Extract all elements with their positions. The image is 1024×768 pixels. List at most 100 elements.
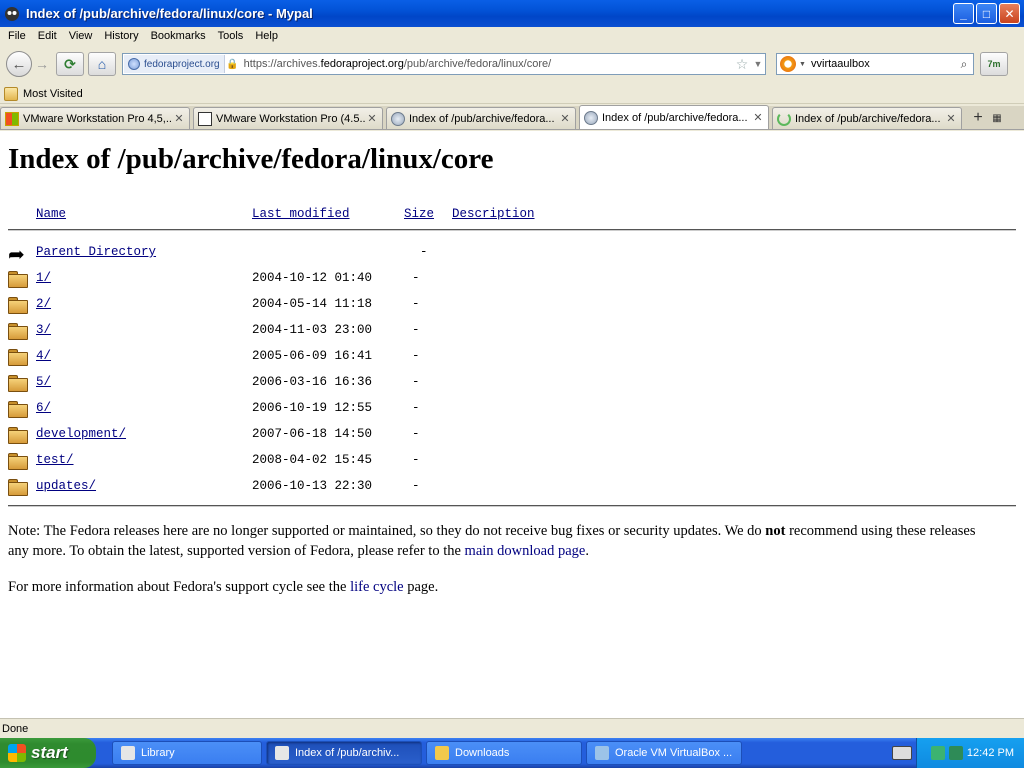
entry-link[interactable]: test/ xyxy=(36,453,74,467)
table-row: 4/ 2005-06-09 16:41 - xyxy=(0,349,1000,375)
menu-help[interactable]: Help xyxy=(249,30,284,42)
sort-by-description-link[interactable]: Description xyxy=(452,207,535,221)
tab-list-icon[interactable]: ▦ xyxy=(989,107,1005,129)
url-dropdown-icon[interactable]: ▼ xyxy=(751,59,765,69)
menu-edit[interactable]: Edit xyxy=(32,30,63,42)
url-text[interactable]: https://archives.fedoraproject.org/pub/a… xyxy=(240,58,733,70)
menu-tools[interactable]: Tools xyxy=(212,30,250,42)
note-emphasis: not xyxy=(765,523,786,539)
taskbar-item-browser[interactable]: Index of /pub/archiv... xyxy=(266,741,422,765)
entry-link[interactable]: updates/ xyxy=(36,479,96,493)
home-button[interactable]: ⌂ xyxy=(88,52,116,76)
search-bar[interactable]: ▼ vvirtaaulbox ⌕ xyxy=(776,53,974,75)
close-tab-icon[interactable]: ✕ xyxy=(945,112,957,125)
menu-bookmarks[interactable]: Bookmarks xyxy=(145,30,212,42)
forward-button[interactable]: → xyxy=(32,51,52,77)
url-bar[interactable]: fedoraproject.org 🔒 https://archives.fed… xyxy=(122,53,766,75)
folder-icon xyxy=(435,746,449,760)
new-tab-button[interactable]: + xyxy=(967,107,989,129)
info-text: page. xyxy=(403,579,439,595)
close-tab-icon[interactable]: ✕ xyxy=(366,112,378,125)
close-tab-icon[interactable]: ✕ xyxy=(559,112,571,125)
back-button[interactable]: ← xyxy=(6,51,32,77)
info-text: For more information about Fedora's supp… xyxy=(8,579,351,595)
table-row: 2/ 2004-05-14 11:18 - xyxy=(0,297,1000,323)
size-cell: - xyxy=(412,297,420,311)
start-label: start xyxy=(31,743,68,762)
entry-link[interactable]: 1/ xyxy=(36,271,51,285)
lock-icon: 🔒 xyxy=(226,58,239,70)
tab-index-active[interactable]: Index of /pub/archive/fedora... ✕ xyxy=(579,105,769,129)
menu-file[interactable]: File xyxy=(2,30,32,42)
main-download-page-link[interactable]: main download page xyxy=(465,543,586,559)
table-row: 6/ 2006-10-19 12:55 - xyxy=(0,401,1000,427)
menu-history[interactable]: History xyxy=(98,30,144,42)
life-cycle-link[interactable]: life cycle xyxy=(350,579,404,595)
taskbar-item-library[interactable]: Library xyxy=(112,741,262,765)
app-icon xyxy=(5,6,19,21)
close-tab-icon[interactable]: ✕ xyxy=(173,112,185,125)
minimize-button[interactable]: _ xyxy=(953,3,974,24)
entry-link[interactable]: 2/ xyxy=(36,297,51,311)
entry-link[interactable]: 5/ xyxy=(36,375,51,389)
tab-vmware-1[interactable]: VMware Workstation Pro 4,5,... ✕ xyxy=(0,107,190,129)
modified-cell: 2004-05-14 11:18 xyxy=(252,297,373,311)
loading-icon xyxy=(777,111,791,126)
tab-index-1[interactable]: Index of /pub/archive/fedora... ✕ xyxy=(386,107,576,129)
sort-by-size-link[interactable]: Size xyxy=(404,207,434,221)
tab-index-loading[interactable]: Index of /pub/archive/fedora... ✕ xyxy=(772,107,962,129)
task-label: Downloads xyxy=(455,747,510,759)
virtualbox-icon xyxy=(595,746,609,760)
close-button[interactable]: ✕ xyxy=(999,3,1020,24)
sort-by-modified-link[interactable]: Last modified xyxy=(252,207,350,221)
parent-directory-link[interactable]: Parent Directory xyxy=(36,245,156,259)
sort-by-name-link[interactable]: Name xyxy=(36,207,66,221)
entry-link[interactable]: 4/ xyxy=(36,349,51,363)
site-identity-label: fedoraproject.org xyxy=(144,58,220,70)
table-row: 1/ 2004-10-12 01:40 - xyxy=(0,271,1000,297)
taskbar-item-virtualbox[interactable]: Oracle VM VirtualBox ... xyxy=(586,741,742,765)
support-cycle-info: For more information about Fedora's supp… xyxy=(8,577,998,597)
forward-arrow-icon: → xyxy=(35,56,49,72)
search-icon[interactable]: ⌕ xyxy=(955,57,973,72)
entry-link[interactable]: development/ xyxy=(36,427,126,441)
size-cell: - xyxy=(412,479,420,493)
addon-button[interactable]: 7m xyxy=(980,52,1008,76)
url-domain: fedoraproject.org xyxy=(320,58,404,70)
home-icon: ⌂ xyxy=(97,56,107,72)
note-text: Note: The Fedora releases here are no lo… xyxy=(8,523,766,539)
menu-bar: File Edit View History Bookmarks Tools H… xyxy=(0,27,1024,45)
most-visited-bookmark[interactable]: Most Visited xyxy=(23,88,83,100)
title-bar: Index of /pub/archive/fedora/linux/core … xyxy=(0,0,1024,27)
bookmark-star-icon[interactable]: ☆ xyxy=(733,56,751,73)
entry-link[interactable]: 3/ xyxy=(36,323,51,337)
status-text: Done xyxy=(2,722,29,735)
modified-cell: 2008-04-02 15:45 xyxy=(252,453,373,467)
task-label: Library xyxy=(141,747,175,759)
maximize-button[interactable]: □ xyxy=(976,3,997,24)
close-tab-icon[interactable]: ✕ xyxy=(752,111,764,124)
url-prefix: https://archives. xyxy=(243,58,321,70)
taskbar-item-downloads[interactable]: Downloads xyxy=(426,741,582,765)
keyboard-icon[interactable] xyxy=(892,746,912,760)
network-icon[interactable] xyxy=(930,746,945,760)
modified-cell: 2006-10-13 22:30 xyxy=(252,479,373,493)
unsupported-note: Note: The Fedora releases here are no lo… xyxy=(8,521,998,561)
tab-label: Index of /pub/archive/fedora... xyxy=(409,112,555,125)
search-engine-dropdown-icon[interactable]: ▼ xyxy=(799,61,807,68)
start-button[interactable]: start xyxy=(0,738,96,768)
back-arrow-icon: ➦ xyxy=(8,242,25,266)
size-cell: - xyxy=(412,349,420,363)
reload-button[interactable]: ⟳ xyxy=(56,52,84,76)
menu-view[interactable]: View xyxy=(63,30,99,42)
tray-app-icon[interactable] xyxy=(948,746,963,760)
entry-link[interactable]: 6/ xyxy=(36,401,51,415)
site-identity-button[interactable]: fedoraproject.org xyxy=(124,55,225,73)
search-engine-icon[interactable] xyxy=(780,56,796,72)
search-input[interactable]: vvirtaaulbox xyxy=(807,58,955,70)
vm-icon xyxy=(198,111,212,126)
size-cell: - xyxy=(412,323,420,337)
modified-cell: 2004-11-03 23:00 xyxy=(252,323,373,337)
tab-vmware-2[interactable]: VMware Workstation Pro (4.5... ✕ xyxy=(193,107,383,129)
clock[interactable]: 12:42 PM xyxy=(967,747,1014,759)
